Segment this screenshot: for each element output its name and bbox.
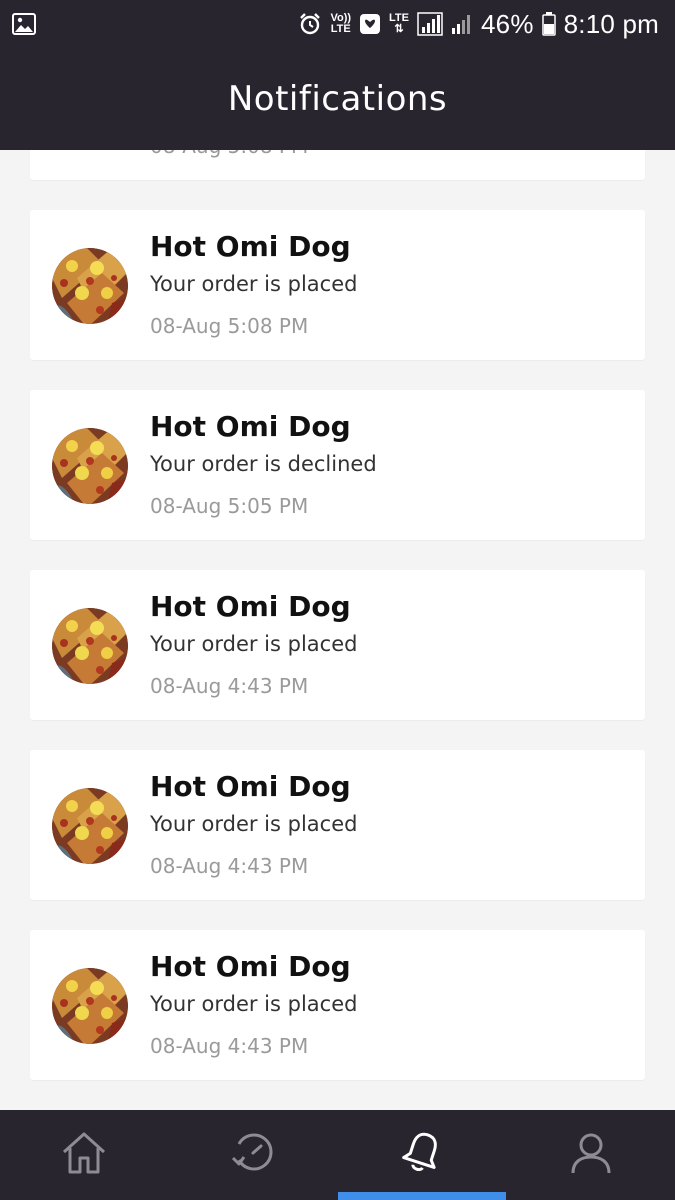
page-title: Notifications <box>227 79 448 119</box>
notification-time: 08-Aug 4:43 PM <box>150 854 309 878</box>
notification-time: 08-Aug 4:43 PM <box>150 1034 309 1058</box>
notification-card[interactable]: Hot Omi Dog Your order is declined 08-Aug … <box>30 390 645 540</box>
nav-home[interactable] <box>0 1110 169 1200</box>
notification-message: Your order is placed <box>150 272 358 296</box>
notification-message: Your order is placed <box>150 632 358 656</box>
bottom-navigation <box>0 1110 675 1200</box>
notification-time: 08-Aug 5:08 PM <box>150 150 308 158</box>
app-header: Notifications <box>0 48 675 150</box>
lte-indicator: LTE ⇅ <box>389 12 409 35</box>
nav-notifications[interactable] <box>337 1110 507 1200</box>
notification-message: Your order is placed <box>150 992 358 1016</box>
clock-time: 8:10 pm <box>563 8 659 39</box>
notification-card[interactable]: Hot Omi Dog Your order is placed 08-Aug 4:… <box>30 570 645 720</box>
notification-message: Your order is placed <box>150 812 358 836</box>
notification-card[interactable]: Hot Omi DogYour order is placed08-Aug 5:… <box>30 150 645 180</box>
nav-profile[interactable] <box>506 1110 675 1200</box>
signal-strength-2-icon <box>451 12 473 36</box>
notification-title: Hot Omi Dog <box>150 950 351 983</box>
home-icon <box>60 1130 108 1180</box>
restaurant-avatar <box>52 248 128 324</box>
notification-message: Your order is declined <box>150 452 377 476</box>
alarm-icon <box>298 12 322 36</box>
messenger-notification-icon <box>359 13 381 35</box>
restaurant-avatar <box>52 788 128 864</box>
notification-card[interactable]: Hot Omi Dog Your order is placed 08-Aug 4:… <box>30 750 645 900</box>
notifications-list[interactable]: Hot Omi Dog Your order is placed 08-Aug 5:… <box>0 150 675 1110</box>
notification-title: Hot Omi Dog <box>150 590 351 623</box>
restaurant-avatar <box>52 428 128 504</box>
battery-percentage: 46% <box>481 8 534 39</box>
notification-title: Hot Omi Dog <box>150 770 351 803</box>
active-tab-indicator <box>337 1192 507 1200</box>
bell-icon <box>398 1130 446 1180</box>
nav-history[interactable] <box>169 1110 338 1200</box>
notification-card[interactable]: Hot Omi Dog Your order is placed 08-Aug 4:… <box>30 930 645 1080</box>
notification-title: Hot Omi Dog <box>150 410 351 443</box>
battery-icon <box>541 12 556 36</box>
signal-strength-icon <box>417 12 443 36</box>
notification-title: Hot Omi Dog <box>150 230 351 263</box>
status-bar: Vo)) LTE LTE ⇅ 46% 8:10 pm <box>0 0 675 48</box>
notification-time: 08-Aug 5:08 PM <box>150 314 309 338</box>
notification-time: 08-Aug 4:43 PM <box>150 674 309 698</box>
notification-card[interactable]: Hot Omi Dog Your order is placed 08-Aug 5:… <box>30 210 645 360</box>
restaurant-avatar <box>52 968 128 1044</box>
history-icon <box>229 1130 277 1180</box>
user-icon <box>567 1130 615 1180</box>
restaurant-avatar <box>52 608 128 684</box>
notification-time: 08-Aug 5:05 PM <box>150 494 309 518</box>
gallery-notification-icon <box>12 13 36 35</box>
volte-indicator: Vo)) LTE <box>330 12 352 35</box>
